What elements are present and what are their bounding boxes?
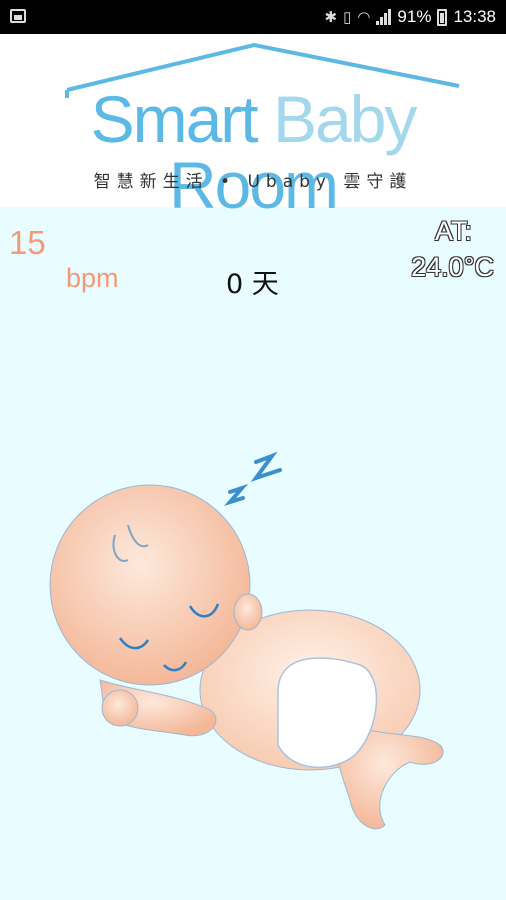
temperature-label: AT: <box>434 216 472 246</box>
vibrate-icon: ▯ <box>343 9 352 26</box>
sleep-z-small <box>223 483 249 506</box>
temperature-value: 24.0°C <box>411 252 494 282</box>
bluetooth-icon: ✱ <box>324 9 338 26</box>
battery-percent: 91% <box>397 7 432 26</box>
sleep-z-large <box>250 451 282 482</box>
days-counter: 0 天 <box>226 269 279 300</box>
app-header: Smart Baby Room 智慧新生活 • Ubaby 雲守護 <box>0 34 506 218</box>
signal-icon <box>376 9 392 25</box>
status-bar: ✱ ▯ ◠ 91% 13:38 <box>0 0 506 34</box>
bpm-value: 15 <box>9 224 46 261</box>
baby-head <box>49 484 251 686</box>
logo-word-smart: Smart <box>90 82 259 156</box>
gallery-notification-icon <box>10 9 26 23</box>
logo-title: Smart Baby Room <box>0 86 506 218</box>
baby-hand <box>101 689 139 727</box>
wifi-icon: ◠ <box>357 9 371 26</box>
bpm-unit: bpm <box>66 263 119 293</box>
logo-word-baby: Baby <box>272 82 417 156</box>
clock: 13:38 <box>453 7 496 26</box>
logo-tagline: 智慧新生活 • Ubaby 雲守護 <box>93 172 413 192</box>
sleeping-baby-illustration <box>49 451 444 830</box>
baby-ear <box>233 593 263 631</box>
battery-icon <box>437 8 448 26</box>
